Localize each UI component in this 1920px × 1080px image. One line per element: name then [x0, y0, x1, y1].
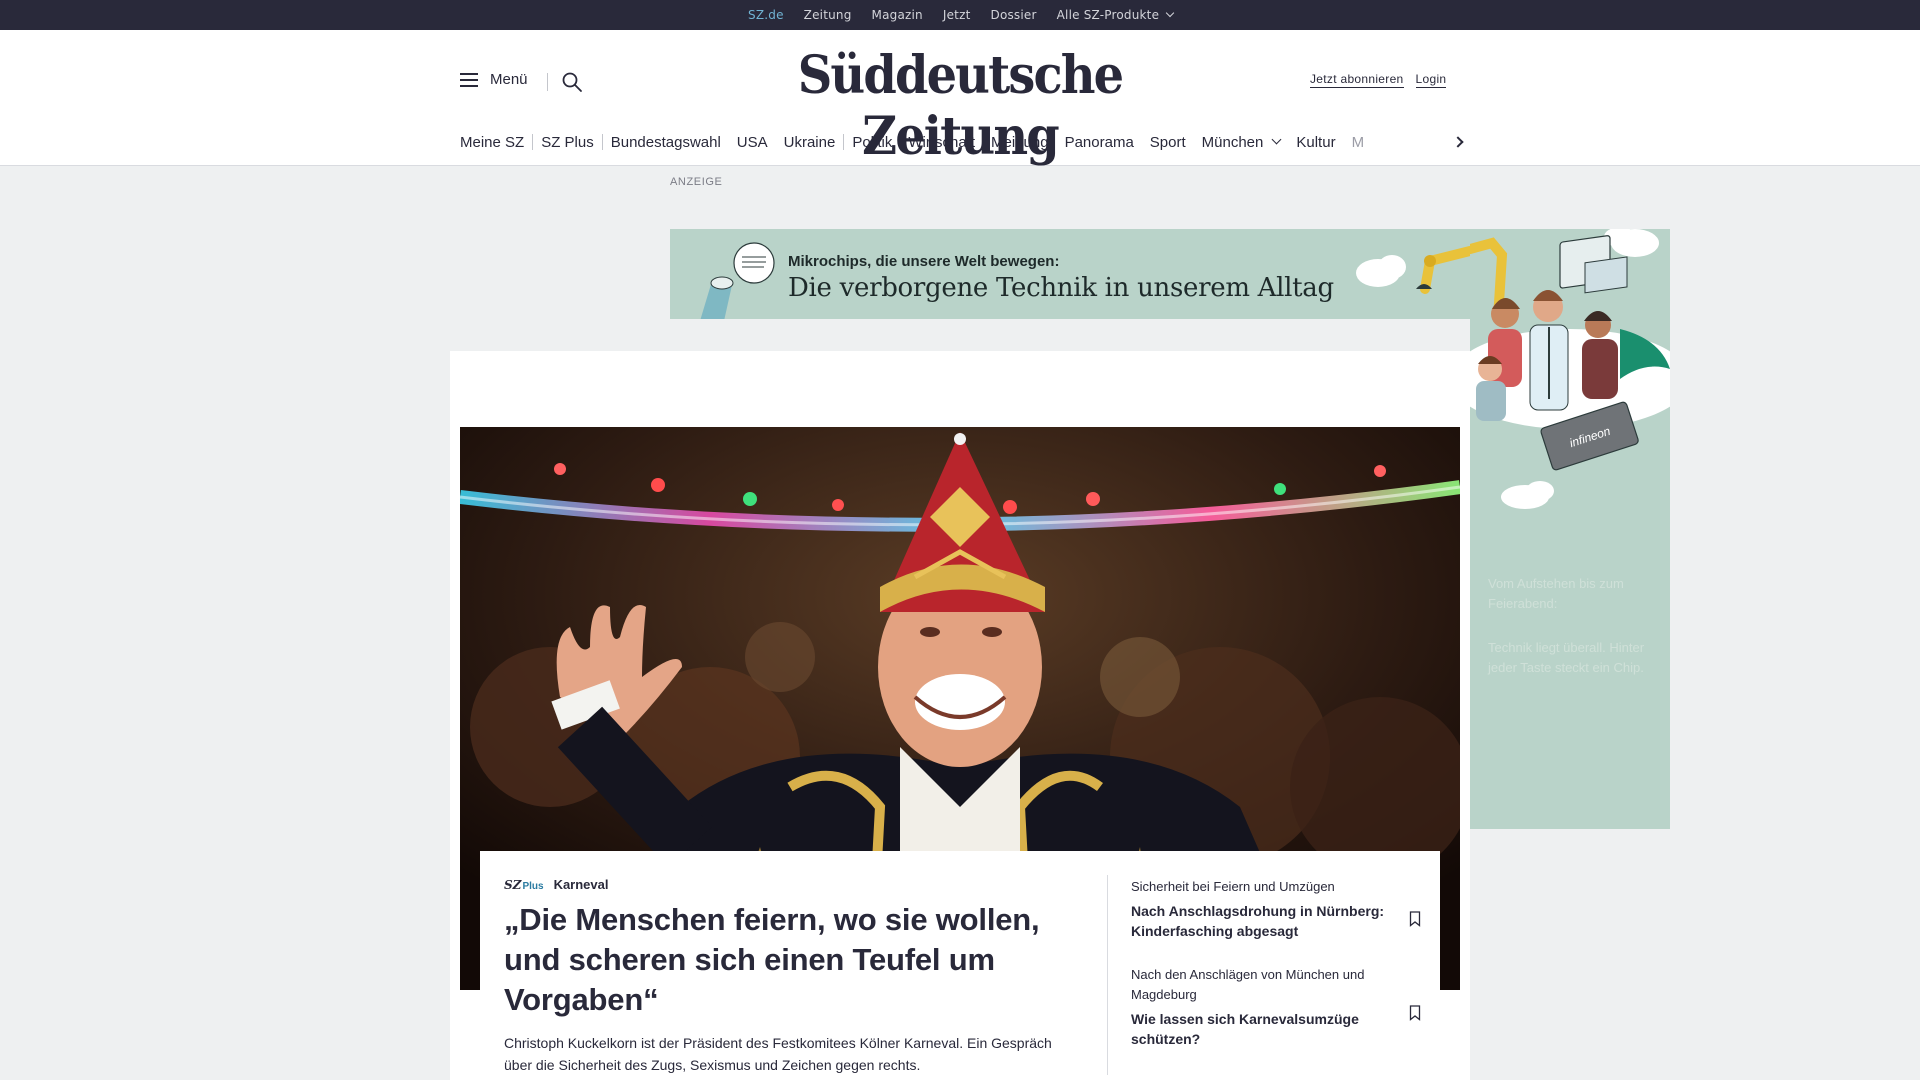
nav-item-muenchen-label: München: [1201, 133, 1264, 151]
ad-banner[interactable]: Mikrochips, die unsere Welt bewegen: Die…: [670, 229, 1470, 319]
sz-plus-badge-plus: Plus: [522, 880, 544, 892]
nav-item-bundestagswahl[interactable]: Bundestagswahl: [603, 134, 729, 151]
topnav-link-jetzt[interactable]: Jetzt: [943, 8, 971, 22]
login-link[interactable]: Login: [1415, 72, 1447, 88]
nav-item-meine-sz[interactable]: Meine SZ: [460, 134, 532, 151]
chevron-right-icon: [1452, 136, 1464, 148]
divider: [1107, 875, 1108, 1075]
menu-label: Menü: [490, 71, 528, 88]
article-summary: Christoph Kuckelkorn ist der Präsident d…: [504, 1035, 1052, 1073]
nav-item-ukraine[interactable]: Ukraine: [776, 134, 844, 151]
side-article[interactable]: Nach den Anschlägen von München und Magd…: [1131, 965, 1421, 1049]
ad-kicker: Mikrochips, die unsere Welt bewegen:: [788, 253, 1060, 270]
masthead: Menü Süddeutsche Zeitung Jetzt abonniere…: [0, 30, 1920, 167]
chevron-down-icon: [1271, 134, 1282, 144]
nav-item-meinung[interactable]: Meinung: [983, 134, 1057, 151]
side-article-title[interactable]: Wie lassen sich Karnevalsumzüge schützen…: [1131, 1009, 1391, 1049]
sz-plus-badge: SZPlus: [504, 878, 544, 892]
sz-plus-badge-sz: SZ: [504, 877, 522, 892]
bookmark-icon[interactable]: [1409, 911, 1421, 927]
divider: [547, 73, 548, 91]
ad-faint-line-1: Vom Aufstehen bis zum Feierabend:: [1488, 576, 1624, 611]
side-article-title[interactable]: Nach Anschlagsdrohung in Nürnberg: Kinde…: [1131, 901, 1391, 941]
article-meta: SZPlus Karneval: [504, 877, 1084, 892]
lead-teaser: SZPlus Karneval „Die Menschen feiern, wo…: [480, 851, 1440, 1080]
top-nav: SZ.de Zeitung Magazin Jetzt Dossier Alle…: [748, 0, 1193, 33]
topnav-link-magazin[interactable]: Magazin: [872, 8, 923, 22]
nav-scroll-right-button[interactable]: [1448, 130, 1468, 154]
ad-label: ANZEIGE: [670, 176, 723, 188]
ad-skyscraper-illustration: infineon: [1470, 229, 1670, 509]
nav-item-sz-plus[interactable]: SZ Plus: [533, 134, 602, 151]
topnav-link-alle-produkte[interactable]: Alle SZ-Produkte: [1056, 8, 1175, 22]
bookmark-icon[interactable]: [1409, 1005, 1421, 1021]
topnav-link-zeitung[interactable]: Zeitung: [804, 8, 852, 22]
hamburger-icon: [460, 72, 478, 87]
ad-title: Die verborgene Technik in unserem Alltag: [788, 273, 1334, 303]
lead-article[interactable]: SZPlus Karneval „Die Menschen feiern, wo…: [504, 877, 1084, 1076]
nav-item-usa[interactable]: USA: [729, 134, 776, 151]
menu-button[interactable]: Menü: [460, 71, 528, 88]
topnav-link-sz-de[interactable]: SZ.de: [748, 8, 784, 33]
side-article[interactable]: Sicherheit bei Feiern und Umzügen Nach A…: [1131, 877, 1421, 941]
nav-item-sport[interactable]: Sport: [1142, 134, 1194, 151]
account-links: Jetzt abonnieren Login: [1310, 72, 1447, 88]
topnav-link-dossier[interactable]: Dossier: [991, 8, 1037, 22]
nav-item-muenchen[interactable]: München: [1194, 134, 1289, 151]
nav-item-kultur[interactable]: Kultur: [1288, 134, 1343, 151]
nav-item-panorama[interactable]: Panorama: [1057, 134, 1142, 151]
search-icon[interactable]: [561, 71, 583, 93]
subscribe-link[interactable]: Jetzt abonnieren: [1310, 72, 1404, 88]
top-utility-bar: SZ.de Zeitung Magazin Jetzt Dossier Alle…: [0, 0, 1920, 33]
main-nav: Meine SZ SZ Plus Bundestagswahl USA Ukra…: [460, 130, 1460, 154]
ad-faint-text: Vom Aufstehen bis zum Feierabend: Techni…: [1488, 574, 1658, 702]
article-kicker: Karneval: [553, 877, 609, 892]
nav-item-politik[interactable]: Politik: [844, 134, 900, 151]
side-article-kicker: Nach den Anschlägen von München und Magd…: [1131, 967, 1365, 1002]
chevron-down-icon: [1165, 8, 1175, 18]
alle-produkte-label: Alle SZ-Produkte: [1056, 8, 1160, 22]
ad-faint-line-2: Technik liegt überall. Hinter jeder Tast…: [1488, 640, 1645, 675]
article-headline[interactable]: „Die Menschen feiern, wo sie wollen, und…: [504, 900, 1084, 1020]
side-article-kicker: Sicherheit bei Feiern und Umzügen: [1131, 879, 1335, 894]
nav-item-truncated[interactable]: M: [1344, 134, 1373, 151]
ad-skyscraper[interactable]: infineon: [1470, 229, 1670, 829]
nav-item-wirtschaft[interactable]: Wirtschaft: [900, 134, 983, 151]
